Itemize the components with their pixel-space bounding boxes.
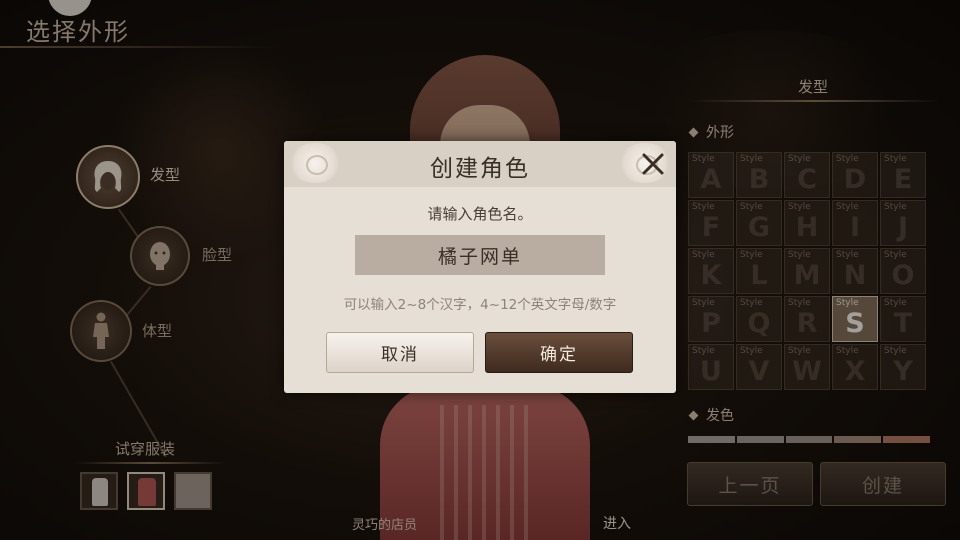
dialog-title: 创建角色 — [430, 156, 530, 182]
name-hint: 可以输入2~8个汉字，4~12个英文字母/数字 — [343, 297, 617, 313]
close-button[interactable] — [636, 147, 670, 181]
cancel-button[interactable]: 取消 — [326, 332, 474, 373]
character-name-input[interactable] — [355, 235, 605, 275]
name-prompt: 请输入角色名。 — [427, 205, 533, 223]
confirm-button[interactable]: 确定 — [485, 332, 633, 373]
close-icon — [642, 153, 664, 175]
create-character-dialog: 创建角色 请输入角色名。 可以输入2~8个汉字，4~12个英文字母/数字 取消 … — [284, 141, 676, 393]
